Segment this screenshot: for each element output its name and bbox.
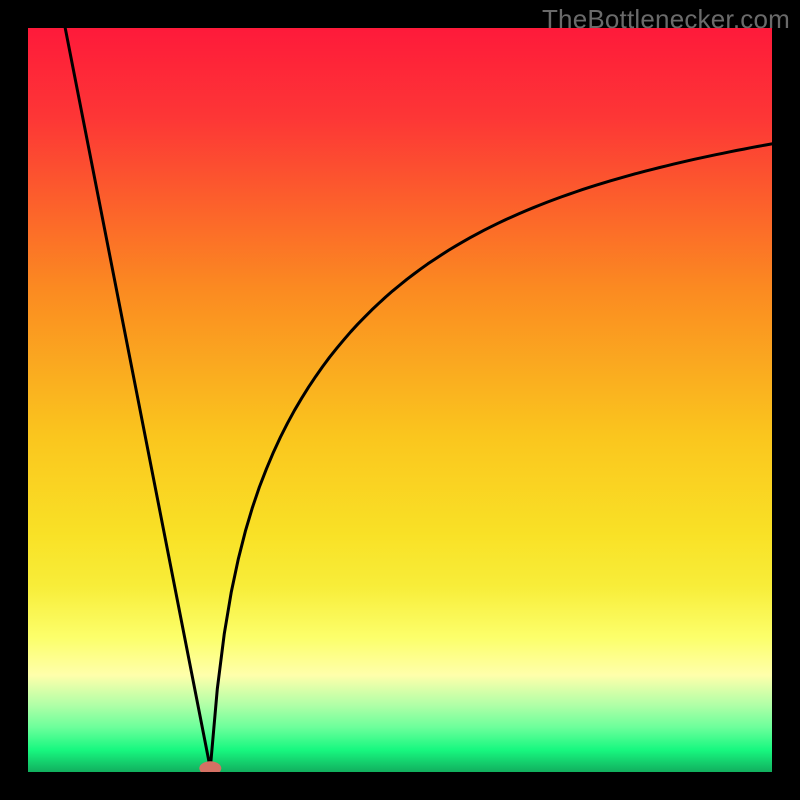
bottleneck-chart <box>28 28 772 772</box>
chart-frame <box>28 28 772 772</box>
watermark-text: TheBottlenecker.com <box>542 4 790 35</box>
